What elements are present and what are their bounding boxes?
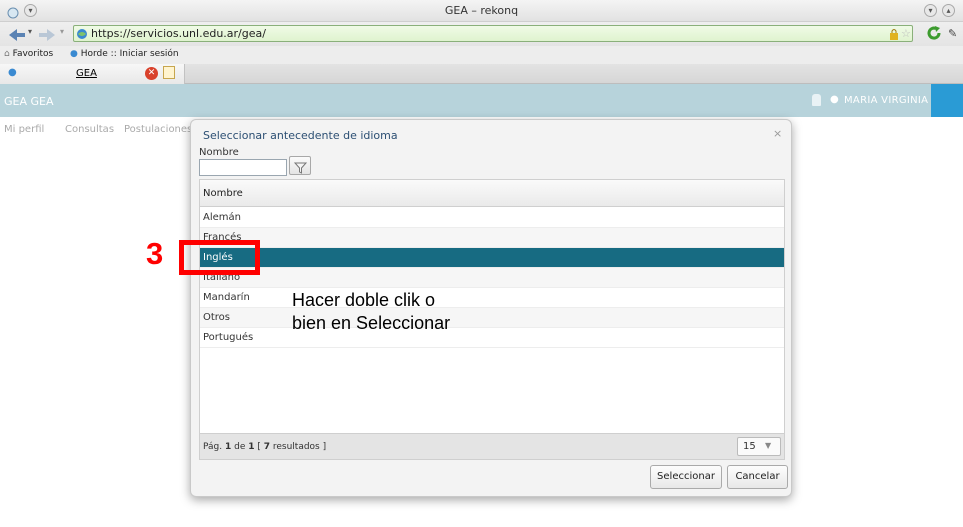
language-select-dialog: Seleccionar antecedente de idioma × Nomb… xyxy=(190,119,792,497)
step-number: 3 xyxy=(146,236,164,271)
page-size-select[interactable]: 15 ▼ xyxy=(737,437,781,456)
back-history-icon[interactable]: ▾ xyxy=(28,27,32,36)
user-icon: ● xyxy=(830,94,839,105)
app-brand[interactable]: GEA GEA xyxy=(4,95,54,108)
nav-postulaciones[interactable]: Postulaciones xyxy=(124,124,192,135)
bookmark-favoritos-label: Favoritos xyxy=(12,49,54,59)
bookmarks-toolbar: ⌂ Favoritos ● Horde :: Iniciar sesión xyxy=(0,46,963,64)
dialog-title: Seleccionar antecedente de idioma xyxy=(203,129,398,142)
table-row[interactable]: Portugués xyxy=(200,328,784,348)
nav-mi-perfil[interactable]: Mi perfil xyxy=(4,124,44,135)
bookmark-star-icon[interactable]: ☆ xyxy=(901,27,911,40)
new-tab-icon[interactable] xyxy=(163,66,175,79)
row-label: Portugués xyxy=(203,332,254,343)
forward-history-icon[interactable]: ▾ xyxy=(60,27,64,36)
filter-button[interactable] xyxy=(289,156,311,175)
table-row[interactable]: Italiano xyxy=(200,268,784,288)
column-header-nombre[interactable]: Nombre xyxy=(200,180,784,207)
bookmark-horde-label: Horde :: Iniciar sesión xyxy=(80,49,179,59)
table-row[interactable]: Mandarín xyxy=(200,288,784,308)
close-icon[interactable]: × xyxy=(773,127,782,140)
app-header: GEA GEA ● MARÍA VIRGINIA C xyxy=(0,84,963,117)
reload-icon[interactable] xyxy=(926,25,942,45)
table-row-selected[interactable]: Inglés xyxy=(200,248,784,268)
column-header-label: Nombre xyxy=(203,188,243,199)
table-row[interactable]: Alemán xyxy=(200,208,784,228)
row-label: Mandarín xyxy=(203,292,250,303)
filter-name-input[interactable] xyxy=(199,159,287,176)
filter-label: Nombre xyxy=(199,147,239,158)
pager-info: Pág. 1 de 1 [ 7 resultados ] xyxy=(203,442,327,452)
home-icon: ⌂ xyxy=(4,49,10,59)
minimize-icon[interactable]: ▾ xyxy=(924,4,937,17)
filter-icon xyxy=(293,159,308,178)
lock-icon xyxy=(889,28,899,43)
window-titlebar: ▾ GEA – rekonq ▾ ▴ xyxy=(0,0,963,22)
header-action-button[interactable] xyxy=(931,84,963,117)
chevron-down-icon: ▼ xyxy=(765,441,772,450)
bookmark-horde[interactable]: ● Horde :: Iniciar sesión xyxy=(70,49,179,59)
table-row[interactable]: Otros xyxy=(200,308,784,328)
address-text[interactable]: https://servicios.unl.edu.ar/gea/ xyxy=(91,27,266,40)
window-title: GEA – rekonq xyxy=(444,4,519,17)
row-label: Alemán xyxy=(203,212,241,223)
close-tab-icon[interactable]: ✕ xyxy=(145,67,158,80)
highlight-box xyxy=(179,240,260,275)
row-label: Otros xyxy=(203,312,231,323)
address-bar[interactable]: https://servicios.unl.edu.ar/gea/ ☆ xyxy=(73,25,913,42)
tools-wrench-icon[interactable]: ✎ xyxy=(948,27,957,40)
back-icon[interactable] xyxy=(8,27,26,46)
tab-bar: ● GEA ✕ xyxy=(0,64,963,84)
table-row[interactable]: Francés xyxy=(200,228,784,248)
site-globe-icon xyxy=(76,28,88,43)
page-size-value: 15 xyxy=(743,441,756,452)
tab-title: GEA xyxy=(76,68,97,79)
globe-icon: ● xyxy=(70,49,78,59)
language-grid: Nombre Alemán Francés Inglés Italiano Ma… xyxy=(199,179,785,460)
select-button[interactable]: Seleccionar xyxy=(650,465,722,489)
maximize-icon[interactable]: ▴ xyxy=(942,4,955,17)
nav-consultas[interactable]: Consultas xyxy=(65,124,114,135)
instruction-text: Hacer doble clik o bien en Seleccionar xyxy=(292,290,451,333)
forward-icon[interactable] xyxy=(38,27,56,46)
notification-icon[interactable] xyxy=(812,94,821,106)
navigation-toolbar: ▾ ▾ https://servicios.unl.edu.ar/gea/ ☆ … xyxy=(0,22,963,46)
grid-pager: Pág. 1 de 1 [ 7 resultados ] 15 ▼ xyxy=(200,433,784,459)
tab-globe-icon: ● xyxy=(8,67,17,78)
bookmark-favoritos[interactable]: ⌂ Favoritos xyxy=(4,49,53,59)
cancel-button[interactable]: Cancelar xyxy=(727,465,788,489)
